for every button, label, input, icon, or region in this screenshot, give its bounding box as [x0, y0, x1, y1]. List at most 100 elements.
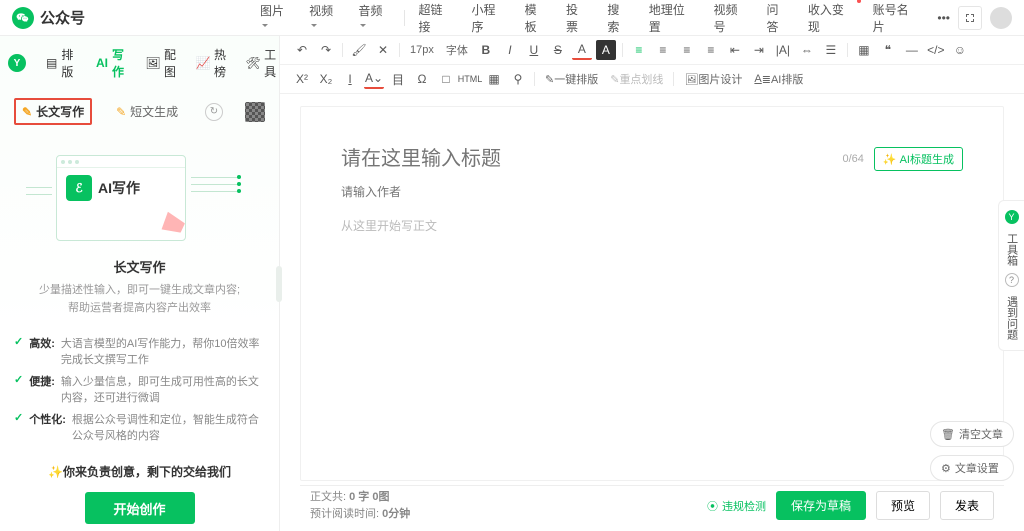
- body-editor[interactable]: 从这里开始写正文: [341, 217, 963, 234]
- floating-actions: 🗑清空文章 ⚙文章设置: [930, 421, 1014, 481]
- save-draft-button[interactable]: 保存为草稿: [776, 491, 866, 520]
- image-design-button[interactable]: 🖼 图片设计: [680, 69, 746, 89]
- font-family-select[interactable]: 字体: [442, 40, 472, 60]
- feature-bullets: ✓ 高效: 大语言模型的AI写作能力，帮你10倍效率完成长文撰写工作 ✓ 便捷:…: [0, 317, 279, 453]
- align-right-icon[interactable]: ≡: [677, 40, 697, 60]
- strikethrough-icon[interactable]: S: [548, 40, 568, 60]
- superscript-icon[interactable]: X²: [292, 69, 312, 89]
- indent-right-icon[interactable]: ⇥: [749, 40, 769, 60]
- menu-location[interactable]: 地理位置: [641, 0, 704, 39]
- preview-button[interactable]: 预览: [876, 491, 930, 520]
- font-size-select[interactable]: 17px: [406, 40, 438, 60]
- undo-icon[interactable]: ↶: [292, 40, 312, 60]
- menu-vote[interactable]: 投票: [558, 0, 597, 39]
- bold-icon[interactable]: B: [476, 40, 496, 60]
- font-color-icon[interactable]: A: [572, 40, 592, 60]
- subscript-icon[interactable]: X₂: [316, 69, 336, 89]
- account-avatar[interactable]: [245, 102, 265, 122]
- side-tab-layout[interactable]: ▤排版: [42, 44, 80, 82]
- indent-left-icon[interactable]: ⇤: [725, 40, 745, 60]
- highlight-underline-button[interactable]: ✎ 重点划线: [606, 69, 667, 89]
- anchor-icon[interactable]: ⚲: [508, 69, 528, 89]
- side-tab-write[interactable]: AI写作: [92, 44, 130, 82]
- align-justify-icon[interactable]: ≡: [701, 40, 721, 60]
- menu-qa[interactable]: 问答: [759, 0, 798, 39]
- menu-hyperlink[interactable]: 超链接: [410, 0, 461, 39]
- panel-resizer[interactable]: [276, 266, 282, 302]
- expand-button[interactable]: [958, 6, 982, 30]
- menu-video[interactable]: 视频: [301, 0, 348, 37]
- align-left-icon[interactable]: ≡: [629, 40, 649, 60]
- help-icon[interactable]: ?: [1005, 273, 1019, 287]
- menu-miniprogram[interactable]: 小程序: [464, 0, 515, 39]
- bullet-item: ✓ 高效: 大语言模型的AI写作能力，帮你10倍效率完成长文撰写工作: [14, 335, 265, 367]
- separator: [342, 43, 343, 57]
- menu-channels[interactable]: 视频号: [705, 0, 756, 39]
- divider-icon[interactable]: —: [902, 40, 922, 60]
- letter-spacing-icon[interactable]: ⇔: [797, 40, 817, 60]
- menu-template[interactable]: 模板: [517, 0, 556, 39]
- side-tab-image[interactable]: 🖼配图: [142, 44, 180, 82]
- user-avatar[interactable]: [990, 7, 1012, 29]
- source-icon[interactable]: ▦: [484, 69, 504, 89]
- tab-short-writing[interactable]: ✎短文生成: [110, 100, 184, 123]
- menu-image[interactable]: 图片: [252, 0, 299, 37]
- check-icon: ✓: [14, 411, 23, 443]
- feature-subtitle-2: 帮助运营者提高内容产出效率: [0, 300, 279, 318]
- title-input[interactable]: [341, 148, 832, 171]
- logo[interactable]: 公众号: [12, 7, 252, 29]
- quick-layout-button[interactable]: ✎ 一键排版: [541, 69, 602, 89]
- list-icon[interactable]: ☰: [821, 40, 841, 60]
- side-tab-tools[interactable]: 🛠工具: [242, 44, 280, 82]
- dock-brand-icon[interactable]: Y: [1005, 210, 1019, 224]
- underline-icon[interactable]: U: [524, 40, 544, 60]
- separator: [399, 43, 400, 57]
- pen-icon: ✎: [22, 105, 32, 119]
- separator: [622, 43, 623, 57]
- highlight-color-icon[interactable]: A: [596, 40, 616, 60]
- code-icon[interactable]: </>: [926, 40, 946, 60]
- char-style-icon[interactable]: A⌄: [364, 69, 384, 89]
- align-center-icon[interactable]: ≡: [653, 40, 673, 60]
- menu-revenue[interactable]: 收入变现: [800, 0, 863, 39]
- check-icon: ✓: [14, 373, 23, 405]
- feature-subtitle-1: 少量描述性输入，即可一键生成文章内容;: [0, 282, 279, 300]
- author-input[interactable]: [341, 185, 963, 199]
- violation-check-button[interactable]: ⦿违规检测: [707, 498, 766, 514]
- history-button[interactable]: ↻: [205, 103, 223, 121]
- menu-namecard[interactable]: 账号名片: [865, 0, 928, 39]
- emoji-icon[interactable]: ☺: [950, 40, 970, 60]
- ai-title-generate-button[interactable]: ✨AI标题生成: [874, 147, 963, 171]
- menu-search[interactable]: 搜索: [599, 0, 638, 39]
- clear-format-icon[interactable]: ✕: [373, 40, 393, 60]
- html-icon[interactable]: HTML: [460, 69, 480, 89]
- editor-canvas: 0/64 ✨AI标题生成 从这里开始写正文: [300, 106, 1004, 481]
- tab-long-writing[interactable]: ✎长文写作: [14, 98, 92, 125]
- symbol-icon[interactable]: Ω: [412, 69, 432, 89]
- start-create-button[interactable]: 开始创作: [85, 492, 195, 524]
- writing-tabs: ✎长文写作 ✎短文生成 ↻: [0, 90, 279, 133]
- heading-icon[interactable]: 目: [388, 69, 408, 89]
- bullet-text: 大语言模型的AI写作能力，帮你10倍效率完成长文撰写工作: [61, 335, 265, 367]
- menu-more[interactable]: •••: [929, 7, 958, 29]
- date-icon[interactable]: □: [436, 69, 456, 89]
- text-direction-icon[interactable]: I: [340, 69, 360, 89]
- dock-feedback[interactable]: 遇到问题: [1004, 292, 1018, 344]
- feature-illustration: ℰ AI写作: [20, 141, 259, 251]
- table-icon[interactable]: ▦: [854, 40, 874, 60]
- italic-icon[interactable]: I: [500, 40, 520, 60]
- clear-article-button[interactable]: 🗑清空文章: [930, 421, 1014, 447]
- publish-button[interactable]: 发表: [940, 491, 994, 520]
- format-brush-icon[interactable]: 🖌: [349, 40, 369, 60]
- side-tab-badge[interactable]: Y: [4, 52, 30, 74]
- side-tab-hot[interactable]: 📈热榜: [192, 44, 230, 82]
- redo-icon[interactable]: ↷: [316, 40, 336, 60]
- ai-layout-button[interactable]: A≣ AI排版: [750, 69, 807, 89]
- menu-audio[interactable]: 音频: [350, 0, 397, 37]
- line-height-icon[interactable]: |A|: [773, 40, 793, 60]
- quote-icon[interactable]: ❝: [878, 40, 898, 60]
- title-row: 0/64 ✨AI标题生成: [341, 147, 963, 171]
- dock-toolbox[interactable]: 工具箱: [1004, 229, 1018, 270]
- article-settings-button[interactable]: ⚙文章设置: [930, 455, 1014, 481]
- gear-icon: ⚙: [941, 462, 951, 475]
